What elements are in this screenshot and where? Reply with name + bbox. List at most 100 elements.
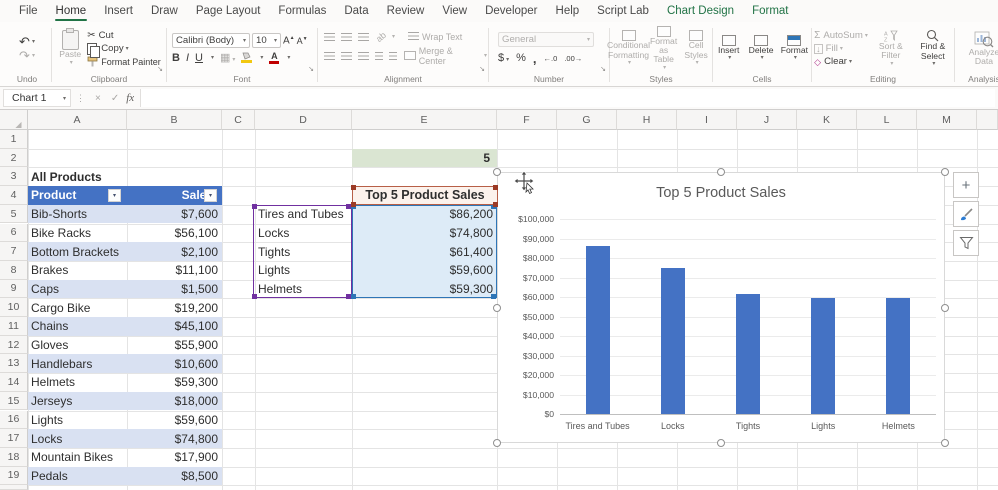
tab-home[interactable]: Home	[47, 1, 96, 22]
chart-styles-button[interactable]	[953, 201, 979, 227]
column-header-M[interactable]: M	[917, 110, 977, 130]
chart-selection-handle[interactable]	[717, 439, 725, 447]
align-left-button[interactable]	[324, 52, 335, 60]
increase-font-button[interactable]: A▲	[283, 35, 295, 46]
dialog-launcher-icon[interactable]: ↘	[157, 65, 163, 73]
tab-help[interactable]: Help	[547, 1, 589, 22]
underline-button[interactable]: U	[195, 52, 203, 64]
copy-button[interactable]: Copy ▾	[87, 43, 161, 55]
row-header-1[interactable]: 1	[0, 130, 28, 149]
column-header-B[interactable]: B	[127, 110, 222, 130]
row-header-14[interactable]: 14	[0, 373, 28, 392]
tab-review[interactable]: Review	[378, 1, 434, 22]
tab-draw[interactable]: Draw	[142, 1, 187, 22]
column-header-L[interactable]: L	[857, 110, 917, 130]
row-header-3[interactable]: 3	[0, 167, 28, 186]
borders-button[interactable]: ▦▾	[220, 51, 235, 64]
tab-view[interactable]: View	[433, 1, 476, 22]
tab-data[interactable]: Data	[335, 1, 377, 22]
row-header-4[interactable]: 4	[0, 186, 28, 205]
analyze-data-button[interactable]: Analyze Data	[959, 30, 998, 68]
row-header-11[interactable]: 11	[0, 317, 28, 336]
filter-button-sales[interactable]: ▾	[204, 189, 217, 202]
row-header-17[interactable]: 17	[0, 429, 28, 448]
formula-input[interactable]	[140, 89, 995, 107]
merge-center-button[interactable]: Merge & Center ▾	[404, 46, 487, 66]
cut-button[interactable]: ✂ Cut	[87, 30, 161, 42]
decrease-font-button[interactable]: A▼	[297, 36, 308, 46]
row-header-9[interactable]: 9	[0, 280, 28, 299]
row-header-6[interactable]: 6	[0, 224, 28, 243]
row-header-partial[interactable]	[0, 485, 28, 490]
italic-button[interactable]: I	[186, 52, 189, 64]
name-box[interactable]: Chart 1 ▾	[3, 89, 71, 107]
tab-format[interactable]: Format	[743, 1, 797, 22]
tab-file[interactable]: File	[10, 1, 47, 22]
column-header-D[interactable]: D	[255, 110, 352, 130]
enter-button[interactable]: ✓	[106, 93, 124, 104]
column-header-H[interactable]: H	[617, 110, 677, 130]
font-name-combo[interactable]: Calibri (Body) ▾	[172, 33, 250, 48]
comma-style-button[interactable]: ,	[533, 51, 537, 66]
column-header-F[interactable]: F	[497, 110, 557, 130]
font-color-button[interactable]: A	[269, 52, 279, 64]
dialog-launcher-icon[interactable]: ↘	[308, 65, 314, 73]
insert-function-button[interactable]: fx	[124, 92, 140, 104]
column-header-K[interactable]: K	[797, 110, 857, 130]
redo-button[interactable]: ↷ ▾	[19, 50, 35, 62]
row-header-8[interactable]: 8	[0, 261, 28, 280]
row-header-12[interactable]: 12	[0, 336, 28, 355]
row-header-15[interactable]: 15	[0, 392, 28, 411]
align-top-button[interactable]	[324, 33, 335, 41]
column-header-G[interactable]: G	[557, 110, 617, 130]
chart-elements-button[interactable]: +	[953, 172, 979, 198]
chart-selection-handle[interactable]	[493, 168, 501, 176]
font-size-combo[interactable]: 10 ▾	[252, 33, 281, 48]
row-header-10[interactable]: 10	[0, 298, 28, 317]
column-header-A[interactable]: A	[28, 110, 127, 130]
row-header-18[interactable]: 18	[0, 448, 28, 467]
format-as-table-button[interactable]: Format as Table▾	[648, 25, 679, 73]
row-header-7[interactable]: 7	[0, 242, 28, 261]
chart-object[interactable]: Top 5 Product Sales $0$10,000$20,000$30,…	[497, 172, 945, 443]
wrap-text-button[interactable]: Wrap Text	[405, 32, 462, 42]
align-center-button[interactable]	[341, 52, 352, 60]
tab-formulas[interactable]: Formulas	[269, 1, 335, 22]
column-header-C[interactable]: C	[222, 110, 255, 130]
dialog-launcher-icon[interactable]: ↘	[479, 65, 485, 73]
chart-filters-button[interactable]	[953, 230, 979, 256]
align-middle-button[interactable]	[341, 33, 352, 41]
undo-button[interactable]: ↶ ▾	[19, 36, 35, 48]
decrease-decimal-button[interactable]: .00→	[564, 54, 582, 63]
tab-page-layout[interactable]: Page Layout	[187, 1, 270, 22]
row-header-16[interactable]: 16	[0, 411, 28, 430]
chart-selection-handle[interactable]	[493, 304, 501, 312]
conditional-formatting-button[interactable]: Conditional Formatting▾	[611, 29, 646, 68]
insert-cells-button[interactable]: Insert▾	[714, 34, 743, 63]
clear-button[interactable]: ◇ Clear▾	[814, 56, 852, 68]
column-header-E[interactable]: E	[352, 110, 497, 130]
fill-button[interactable]: ↓ Fill▾	[814, 43, 843, 55]
accounting-format-button[interactable]: $▾	[498, 52, 509, 64]
align-right-button[interactable]	[358, 52, 369, 60]
increase-indent-button[interactable]	[389, 52, 397, 60]
format-cells-button[interactable]: Format▾	[779, 34, 810, 63]
tab-chart-design[interactable]: Chart Design	[658, 1, 743, 22]
column-header-I[interactable]: I	[677, 110, 737, 130]
percent-style-button[interactable]: %	[516, 52, 526, 64]
dialog-launcher-icon[interactable]: ↘	[600, 65, 606, 73]
tab-insert[interactable]: Insert	[95, 1, 142, 22]
column-header-J[interactable]: J	[737, 110, 797, 130]
decrease-indent-button[interactable]	[375, 52, 383, 60]
chart-selection-handle[interactable]	[941, 168, 949, 176]
chart-selection-handle[interactable]	[941, 304, 949, 312]
row-header-5[interactable]: 5	[0, 205, 28, 224]
filter-button-product[interactable]: ▾	[108, 189, 121, 202]
delete-cells-button[interactable]: Delete▾	[746, 34, 775, 63]
autosum-button[interactable]: Σ AutoSum▾	[814, 30, 868, 42]
row-header-13[interactable]: 13	[0, 354, 28, 373]
number-format-combo[interactable]: General ▾	[498, 32, 594, 47]
bold-button[interactable]: B	[172, 52, 180, 64]
chart-title[interactable]: Top 5 Product Sales	[498, 185, 944, 201]
find-select-button[interactable]: Find & Select▾	[914, 28, 952, 69]
